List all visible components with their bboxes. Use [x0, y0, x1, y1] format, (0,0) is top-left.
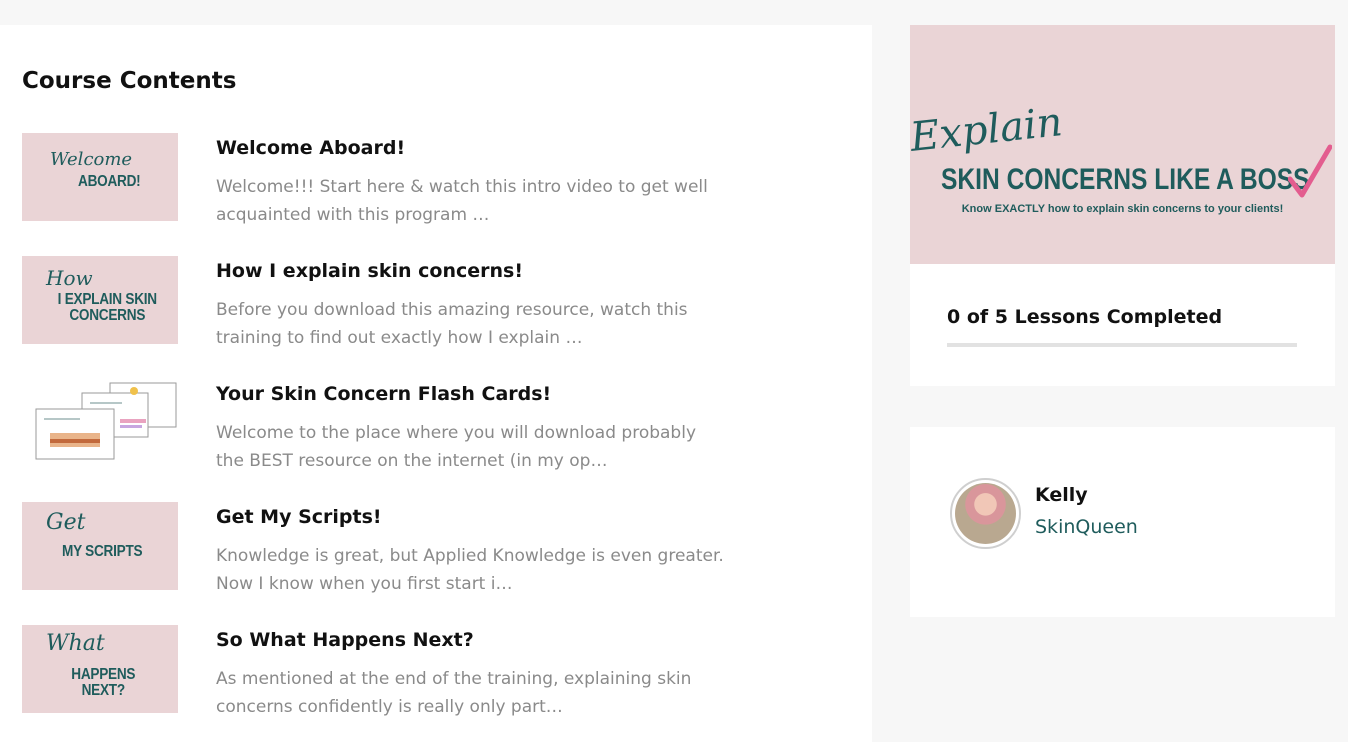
thumbnail-script-text: What — [46, 631, 105, 656]
lesson-description: Knowledge is great, but Applied Knowledg… — [216, 546, 724, 594]
lesson-description: Welcome to the place where you will down… — [216, 423, 697, 471]
lesson-title[interactable]: How I explain skin concerns! — [216, 260, 523, 282]
thumbnail-caps-text: ABOARD! — [78, 173, 141, 190]
avatar-photo — [955, 483, 1016, 544]
checkmark-icon — [1288, 144, 1332, 198]
progress-bar — [947, 343, 1297, 347]
author-avatar[interactable] — [950, 478, 1021, 549]
lesson-title[interactable]: Your Skin Concern Flash Cards! — [216, 383, 551, 405]
thumbnail-caps-text: I EXPLAIN SKIN CONCERNS — [57, 291, 157, 324]
lesson-thumbnail[interactable]: What HAPPENS NEXT? — [22, 625, 178, 713]
thumbnail-caps-text: HAPPENS NEXT? — [71, 666, 136, 699]
banner-headline: SKIN CONCERNS LIKE A BOSS — [941, 163, 1310, 196]
lesson-item-get-my-scripts[interactable]: Get MY SCRIPTS Get My Scripts! Knowledge… — [22, 502, 742, 602]
lesson-thumbnail[interactable] — [22, 379, 178, 467]
lesson-item-welcome-aboard[interactable]: Welcome ABOARD! Welcome Aboard! Welcome!… — [22, 133, 742, 233]
course-banner-image: Explain SKIN CONCERNS LIKE A BOSS Know E… — [910, 25, 1335, 264]
banner-subline: Know EXACTLY how to explain skin concern… — [961, 203, 1284, 215]
thumbnail-script-text: Get — [46, 510, 86, 535]
lessons-progress-text: 0 of 5 Lessons Completed — [947, 306, 1223, 328]
flash-cards-image — [35, 382, 177, 460]
lesson-title[interactable]: So What Happens Next? — [216, 629, 474, 651]
lesson-title[interactable]: Get My Scripts! — [216, 506, 382, 528]
lesson-description: As mentioned at the end of the training,… — [216, 669, 692, 717]
author-name[interactable]: Kelly — [1035, 484, 1088, 506]
banner-script-text: Explain — [910, 99, 1065, 161]
author-handle[interactable]: SkinQueen — [1035, 516, 1138, 538]
thumbnail-script-text: Welcome — [50, 149, 133, 170]
thumbnail-caps-text: MY SCRIPTS — [62, 543, 143, 560]
lesson-title[interactable]: Welcome Aboard! — [216, 137, 405, 159]
lesson-item-flash-cards[interactable]: Your Skin Concern Flash Cards! Welcome t… — [22, 379, 742, 479]
lesson-item-what-happens-next[interactable]: What HAPPENS NEXT? So What Happens Next?… — [22, 625, 742, 725]
course-contents-heading: Course Contents — [22, 68, 237, 94]
author-card: Kelly SkinQueen — [910, 427, 1335, 617]
lesson-thumbnail[interactable]: Welcome ABOARD! — [22, 133, 178, 221]
lesson-description: Welcome!!! Start here & watch this intro… — [216, 177, 708, 225]
lesson-description: Before you download this amazing resourc… — [216, 300, 688, 348]
thumbnail-script-text: How — [46, 266, 93, 290]
lesson-item-how-i-explain[interactable]: How I EXPLAIN SKIN CONCERNS How I explai… — [22, 256, 742, 356]
course-progress-card: Explain SKIN CONCERNS LIKE A BOSS Know E… — [910, 25, 1335, 386]
lesson-thumbnail[interactable]: Get MY SCRIPTS — [22, 502, 178, 590]
lesson-thumbnail[interactable]: How I EXPLAIN SKIN CONCERNS — [22, 256, 178, 344]
